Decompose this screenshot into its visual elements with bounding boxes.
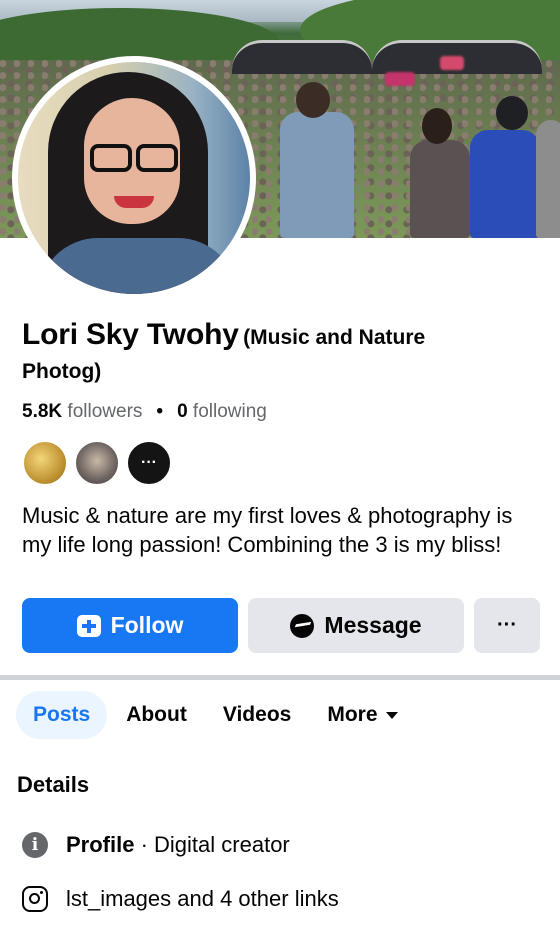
follow-button-label: Follow xyxy=(110,612,184,638)
profile-tabs: Posts About Videos More xyxy=(16,690,417,740)
cover-person xyxy=(536,120,560,238)
detail-profile-label: Profile xyxy=(66,832,135,857)
info-icon: i xyxy=(22,832,48,858)
following-label: following xyxy=(192,401,267,422)
tab-videos-label: Videos xyxy=(222,703,292,726)
followers-label: followers xyxy=(67,401,143,422)
avatar-glasses xyxy=(84,144,182,174)
tab-more-label: More xyxy=(327,703,378,726)
cover-person-head xyxy=(296,82,330,118)
tab-videos[interactable]: Videos xyxy=(206,691,308,739)
mutual-follower-avatar[interactable] xyxy=(74,440,120,486)
cover-person-head xyxy=(496,96,528,130)
more-options-button[interactable]: ··· xyxy=(474,598,540,653)
messenger-icon xyxy=(290,613,315,638)
mutual-follower-avatar[interactable] xyxy=(22,440,68,486)
avatar-lips xyxy=(114,196,154,208)
caret-down-icon xyxy=(385,711,398,719)
cover-person-head xyxy=(422,108,452,144)
following-link[interactable]: 0 following xyxy=(177,401,267,423)
mutual-followers[interactable]: ··· xyxy=(22,440,178,486)
follow-counts: 5.8K followers • 0 following xyxy=(22,401,267,423)
avatar-shirt xyxy=(38,238,238,294)
tab-about-label: About xyxy=(126,703,187,726)
separator-dot: • xyxy=(156,401,164,422)
detail-profile-row: i Profile · Digital creator xyxy=(22,832,290,858)
followers-link[interactable]: 5.8K followers xyxy=(22,401,142,423)
following-count: 0 xyxy=(177,401,188,422)
add-friend-icon xyxy=(76,614,101,637)
tab-posts[interactable]: Posts xyxy=(16,691,108,739)
tab-posts-label: Posts xyxy=(33,703,91,726)
profile-avatar-frame[interactable] xyxy=(12,56,256,300)
instagram-icon xyxy=(22,886,48,912)
more-dots-icon: ··· xyxy=(141,454,157,471)
follow-button[interactable]: Follow xyxy=(22,598,238,653)
profile-avatar[interactable] xyxy=(18,62,250,294)
detail-links-row[interactable]: lst_images and 4 other links xyxy=(22,886,339,912)
profile-name-block: Lori Sky Twohy (Music and Nature xyxy=(22,318,542,352)
cover-person xyxy=(470,130,540,238)
detail-profile-text: Profile · Digital creator xyxy=(66,832,290,858)
cover-stage-light xyxy=(385,72,415,86)
cover-stage-light xyxy=(440,56,464,70)
mutual-more-button[interactable]: ··· xyxy=(126,440,172,486)
detail-links-text[interactable]: lst_images and 4 other links xyxy=(66,886,339,912)
message-button[interactable]: Message xyxy=(248,598,464,653)
profile-subtitle-continued: Photog) xyxy=(22,360,102,383)
detail-profile-value: · Digital creator xyxy=(140,832,290,857)
cover-stage xyxy=(232,40,372,74)
cover-person xyxy=(410,140,470,238)
details-heading: Details xyxy=(17,772,90,797)
tab-more[interactable]: More xyxy=(310,691,414,739)
profile-bio: Music & nature are my first loves & phot… xyxy=(22,503,513,557)
profile-name: Lori Sky Twohy xyxy=(22,318,239,351)
profile-subtitle: (Music and Nature xyxy=(243,326,426,349)
cover-person xyxy=(280,112,354,238)
tab-about[interactable]: About xyxy=(109,691,204,739)
more-dots-icon: ··· xyxy=(497,614,517,636)
section-divider xyxy=(0,675,560,680)
message-button-label: Message xyxy=(324,612,422,638)
followers-count: 5.8K xyxy=(22,401,63,422)
